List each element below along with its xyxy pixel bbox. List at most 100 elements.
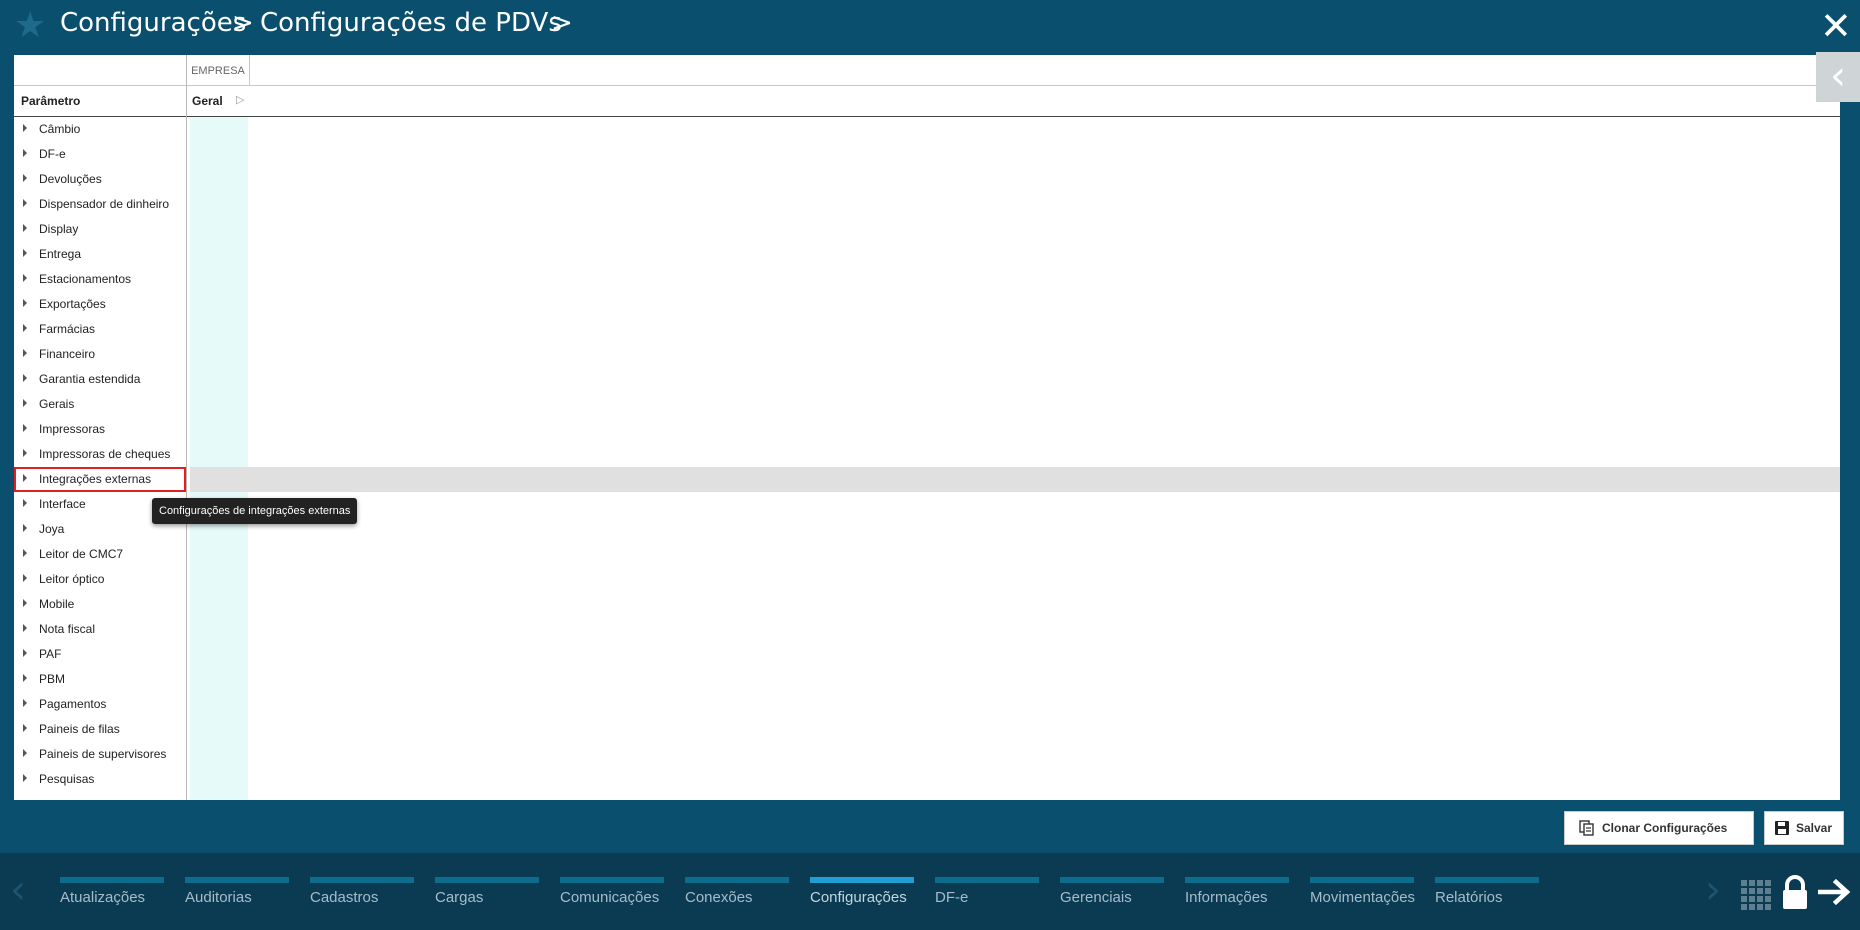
- group-column-header[interactable]: Geral: [192, 94, 223, 108]
- nav-tab-label: DF-e: [935, 889, 969, 906]
- nav-next-chevron-icon[interactable]: ›: [1705, 867, 1721, 913]
- parameters-panel: EMPRESA Parâmetro Geral ▷ Câmbio DF-e Devo…: [14, 55, 1840, 800]
- expand-arrow-icon[interactable]: [23, 624, 27, 632]
- nav-tab[interactable]: Configurações: [810, 877, 914, 906]
- expand-arrow-icon[interactable]: [23, 524, 27, 532]
- tree-item[interactable]: Devoluções: [14, 167, 186, 192]
- favorite-star-icon[interactable]: ★: [14, 8, 46, 44]
- nav-tab[interactable]: Auditorias: [185, 877, 289, 906]
- nav-previous-chevron-icon[interactable]: ‹: [10, 867, 26, 913]
- expand-arrow-icon[interactable]: [23, 274, 27, 282]
- tree-item[interactable]: Dispensador de dinheiro: [14, 192, 186, 217]
- tree-item-label: Garantia estendida: [39, 372, 141, 386]
- nav-tab[interactable]: Atualizações: [60, 877, 164, 906]
- bottom-navigation: ‹ Atualizações Auditorias Cadastros Cargas C…: [0, 853, 1860, 930]
- tree-item[interactable]: Garantia estendida: [14, 367, 186, 392]
- expand-arrow-icon[interactable]: [23, 299, 27, 307]
- expand-arrow-icon[interactable]: [23, 124, 27, 132]
- tree-item[interactable]: DF-e: [14, 142, 186, 167]
- breadcrumb-separator: >: [232, 8, 254, 38]
- tree-item-label: DF-e: [39, 147, 66, 161]
- tree-item[interactable]: Paineis de supervisores: [14, 742, 186, 767]
- tree-item[interactable]: Nota fiscal: [14, 617, 186, 642]
- nav-tab-indicator: [685, 877, 789, 883]
- clone-configurations-button[interactable]: Clonar Configurações: [1564, 811, 1754, 845]
- tree-item-label: Entrega: [39, 247, 82, 261]
- expand-arrow-icon[interactable]: [23, 324, 27, 332]
- tree-item[interactable]: Pesquisas: [14, 767, 186, 792]
- nav-tab[interactable]: Gerenciais: [1060, 877, 1164, 906]
- expand-group-icon[interactable]: ▷: [236, 93, 244, 106]
- expand-arrow-icon[interactable]: [23, 399, 27, 407]
- nav-tab[interactable]: DF-e: [935, 877, 1039, 906]
- nav-tab-label: Cadastros: [310, 889, 379, 906]
- save-button-label: Salvar: [1796, 821, 1833, 835]
- nav-tab[interactable]: Cadastros: [310, 877, 414, 906]
- column-divider: [186, 55, 187, 800]
- tree-item[interactable]: Leitor óptico: [14, 567, 186, 592]
- expand-arrow-icon[interactable]: [23, 249, 27, 257]
- expand-arrow-icon[interactable]: [23, 224, 27, 232]
- tree-item[interactable]: Paineis de filas: [14, 717, 186, 742]
- expand-arrow-icon[interactable]: [23, 674, 27, 682]
- nav-tab-label: Configurações: [810, 889, 907, 906]
- tree-item[interactable]: PAF: [14, 642, 186, 667]
- close-icon[interactable]: ✕: [1820, 4, 1852, 48]
- tree-item[interactable]: Display: [14, 217, 186, 242]
- nav-tab[interactable]: Conexões: [685, 877, 789, 906]
- expand-arrow-icon[interactable]: [23, 174, 27, 182]
- tree-item[interactable]: Financeiro: [14, 342, 186, 367]
- expand-arrow-icon[interactable]: [23, 449, 27, 457]
- tree-item[interactable]: PBM: [14, 667, 186, 692]
- expand-arrow-icon[interactable]: [23, 599, 27, 607]
- tree-item[interactable]: Impressoras de cheques: [14, 442, 186, 467]
- tree-item[interactable]: Impressoras: [14, 417, 186, 442]
- expand-arrow-icon[interactable]: [23, 149, 27, 157]
- expand-arrow-icon[interactable]: [23, 349, 27, 357]
- tree-item[interactable]: Leitor de CMC7: [14, 542, 186, 567]
- tree-item[interactable]: Integrações externas: [14, 467, 186, 492]
- clone-button-label: Clonar Configurações: [1602, 821, 1728, 835]
- tree-item-label: Impressoras de cheques: [39, 447, 171, 461]
- clone-icon: [1579, 820, 1594, 836]
- expand-arrow-icon[interactable]: [23, 549, 27, 557]
- expand-arrow-icon[interactable]: [23, 724, 27, 732]
- tree-item[interactable]: Câmbio: [14, 117, 186, 142]
- save-button[interactable]: Salvar: [1764, 811, 1844, 845]
- expand-arrow-icon[interactable]: [23, 749, 27, 757]
- tree-item[interactable]: Pagamentos: [14, 692, 186, 717]
- logout-arrow-icon[interactable]: [1818, 877, 1852, 907]
- tree-item[interactable]: Estacionamentos: [14, 267, 186, 292]
- nav-tab[interactable]: Informações: [1185, 877, 1289, 906]
- tree-item[interactable]: Farmácias: [14, 317, 186, 342]
- expand-arrow-icon[interactable]: [23, 424, 27, 432]
- collapse-panel-chevron-icon[interactable]: ‹: [1816, 52, 1860, 102]
- expand-arrow-icon[interactable]: [23, 374, 27, 382]
- tree-item[interactable]: Gerais: [14, 392, 186, 417]
- grid-menu-icon[interactable]: [1740, 879, 1772, 911]
- breadcrumb-configuracoes[interactable]: Configurações: [60, 8, 246, 38]
- tree-item[interactable]: Entrega: [14, 242, 186, 267]
- nav-tab[interactable]: Cargas: [435, 877, 539, 906]
- nav-tab[interactable]: Movimentações: [1310, 877, 1415, 906]
- tree-item-label: Paineis de supervisores: [39, 747, 167, 761]
- breadcrumb-configuracoes-pdvs[interactable]: Configurações de PDVs: [260, 8, 562, 38]
- tree-item[interactable]: Mobile: [14, 592, 186, 617]
- company-column-header: EMPRESA: [187, 55, 250, 85]
- expand-arrow-icon[interactable]: [23, 474, 27, 482]
- tree-item-label: Interface: [39, 497, 86, 511]
- nav-tab[interactable]: Comunicações: [560, 877, 664, 906]
- nav-tab-label: Comunicações: [560, 889, 660, 906]
- expand-arrow-icon[interactable]: [23, 574, 27, 582]
- expand-arrow-icon[interactable]: [23, 199, 27, 207]
- tree-item-label: Leitor de CMC7: [39, 547, 124, 561]
- expand-arrow-icon[interactable]: [23, 499, 27, 507]
- expand-arrow-icon[interactable]: [23, 649, 27, 657]
- parameter-column-header: Parâmetro: [21, 94, 81, 108]
- expand-arrow-icon[interactable]: [23, 699, 27, 707]
- tree-item-label: Pagamentos: [39, 697, 107, 711]
- tree-item[interactable]: Exportações: [14, 292, 186, 317]
- nav-tab[interactable]: Relatórios: [1435, 877, 1539, 906]
- lock-icon[interactable]: [1780, 875, 1810, 911]
- expand-arrow-icon[interactable]: [23, 774, 27, 782]
